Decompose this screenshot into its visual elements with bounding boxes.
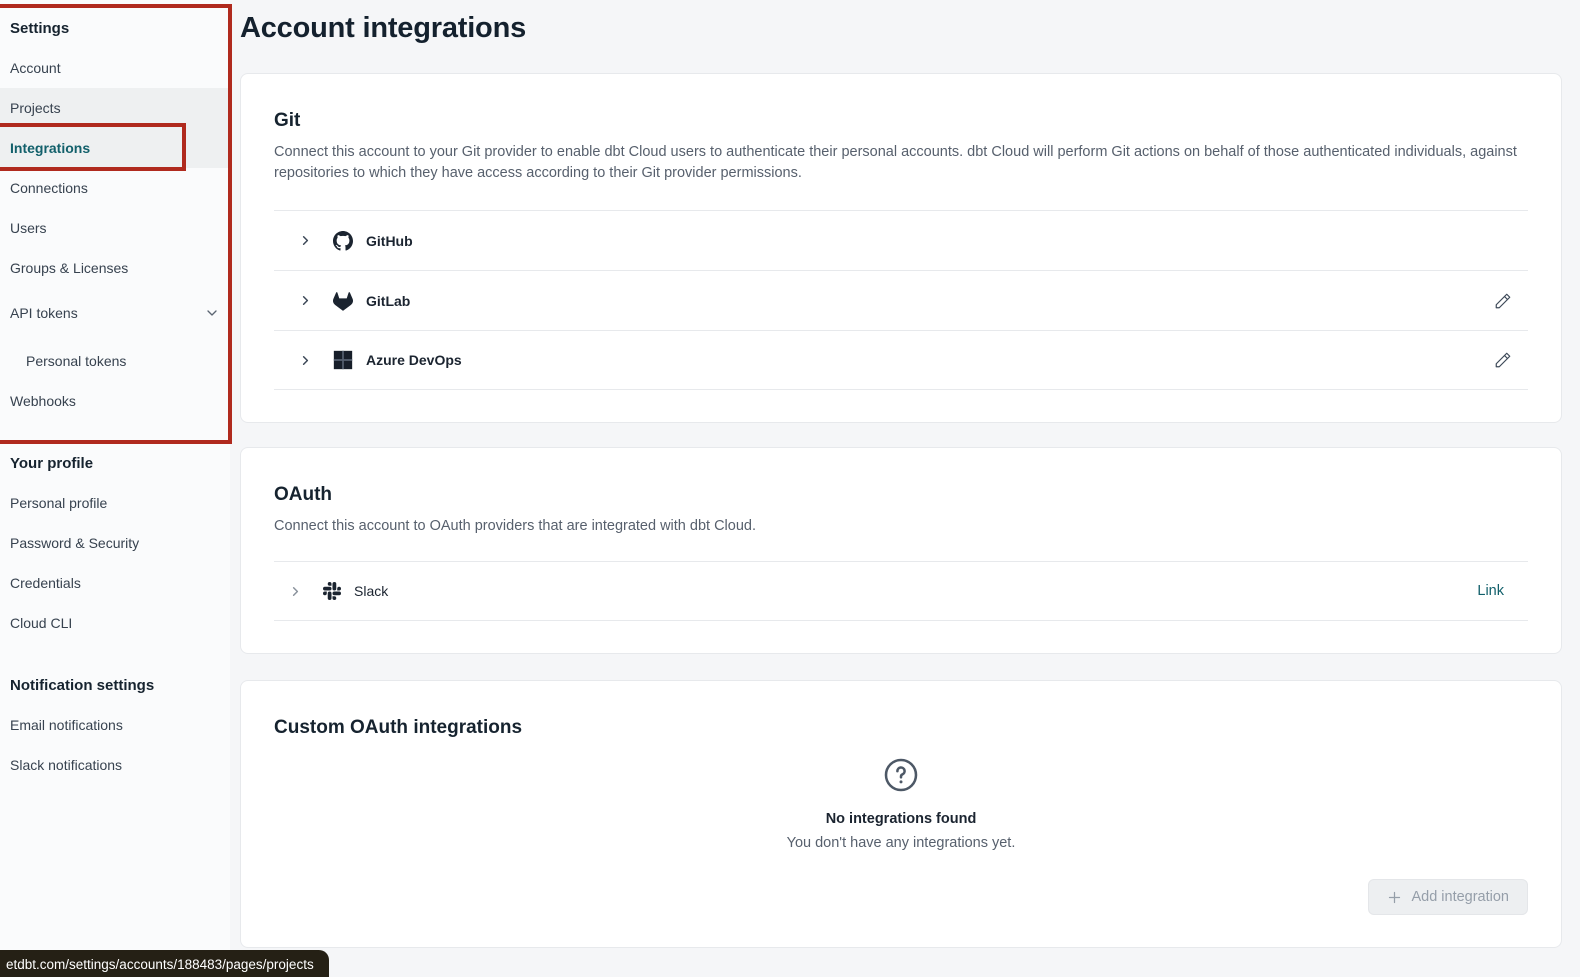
chevron-right-icon[interactable] bbox=[288, 584, 303, 599]
edit-icon[interactable] bbox=[1494, 292, 1512, 310]
sidebar-item-groups-licenses[interactable]: Groups & Licenses bbox=[0, 248, 230, 288]
sidebar-header-your-profile: Your profile bbox=[0, 445, 230, 483]
app-root: Settings Account Projects Integrations C… bbox=[0, 0, 1580, 977]
custom-oauth-footer: Add integration bbox=[274, 879, 1528, 915]
main-content: Account integrations Git Connect this ac… bbox=[230, 0, 1580, 977]
oauth-row-label: Slack bbox=[354, 583, 388, 599]
git-row-azure-devops[interactable]: Azure DevOps bbox=[274, 330, 1528, 390]
add-integration-button[interactable]: Add integration bbox=[1368, 879, 1528, 915]
git-row-label: Azure DevOps bbox=[366, 352, 462, 368]
gitlab-icon bbox=[333, 291, 353, 311]
sidebar-section-your-profile: Your profile Personal profile Password &… bbox=[0, 445, 230, 643]
sidebar-header-notification-settings: Notification settings bbox=[0, 667, 230, 705]
oauth-section-title: OAuth bbox=[274, 484, 1528, 506]
sidebar-item-personal-profile[interactable]: Personal profile bbox=[0, 483, 230, 523]
sidebar-item-personal-tokens[interactable]: Personal tokens bbox=[0, 341, 230, 381]
settings-sidebar: Settings Account Projects Integrations C… bbox=[0, 0, 230, 977]
empty-state: No integrations found You don't have any… bbox=[274, 757, 1528, 851]
oauth-section-description: Connect this account to OAuth providers … bbox=[274, 516, 1528, 537]
chevron-right-icon[interactable] bbox=[298, 293, 313, 308]
github-icon bbox=[333, 231, 353, 251]
sidebar-item-projects[interactable]: Projects bbox=[0, 88, 230, 128]
plus-icon bbox=[1387, 890, 1402, 905]
sidebar-item-email-notifications[interactable]: Email notifications bbox=[0, 705, 230, 745]
oauth-row-slack[interactable]: Slack Link bbox=[274, 561, 1528, 621]
slack-icon bbox=[323, 582, 341, 600]
chevron-right-icon[interactable] bbox=[298, 233, 313, 248]
git-row-gitlab[interactable]: GitLab bbox=[274, 270, 1528, 330]
question-circle-icon bbox=[883, 757, 919, 793]
sidebar-item-api-tokens[interactable]: API tokens bbox=[0, 293, 230, 333]
link-status-bubble: etdbt.com/settings/accounts/188483/pages… bbox=[0, 950, 329, 977]
empty-state-title: No integrations found bbox=[826, 811, 977, 827]
sidebar-item-users[interactable]: Users bbox=[0, 208, 230, 248]
git-row-label: GitLab bbox=[366, 293, 410, 309]
edit-icon[interactable] bbox=[1494, 351, 1512, 369]
git-section-title: Git bbox=[274, 110, 1528, 132]
empty-state-subtitle: You don't have any integrations yet. bbox=[787, 835, 1016, 851]
git-section-card: Git Connect this account to your Git pro… bbox=[240, 73, 1562, 423]
chevron-down-icon bbox=[204, 305, 220, 321]
sidebar-item-label: API tokens bbox=[10, 305, 78, 321]
oauth-section-card: OAuth Connect this account to OAuth prov… bbox=[240, 447, 1562, 654]
custom-oauth-section-title: Custom OAuth integrations bbox=[274, 717, 1528, 739]
add-integration-label: Add integration bbox=[1411, 889, 1509, 905]
sidebar-item-cloud-cli[interactable]: Cloud CLI bbox=[0, 603, 230, 643]
git-rows: GitHub GitLab bbox=[274, 210, 1528, 390]
git-section-description: Connect this account to your Git provide… bbox=[274, 142, 1528, 184]
oauth-rows: Slack Link bbox=[274, 561, 1528, 621]
sidebar-item-account[interactable]: Account bbox=[0, 48, 230, 88]
sidebar-item-credentials[interactable]: Credentials bbox=[0, 563, 230, 603]
azure-devops-icon bbox=[333, 350, 353, 370]
sidebar-section-notification-settings: Notification settings Email notification… bbox=[0, 667, 230, 785]
sidebar-item-password-security[interactable]: Password & Security bbox=[0, 523, 230, 563]
chevron-right-icon[interactable] bbox=[298, 353, 313, 368]
sidebar-item-integrations[interactable]: Integrations bbox=[0, 128, 230, 168]
sidebar-item-webhooks[interactable]: Webhooks bbox=[0, 381, 230, 421]
page-title: Account integrations bbox=[240, 12, 1562, 45]
git-row-label: GitHub bbox=[366, 233, 413, 249]
custom-oauth-section-card: Custom OAuth integrations No integration… bbox=[240, 680, 1562, 948]
sidebar-item-slack-notifications[interactable]: Slack notifications bbox=[0, 745, 230, 785]
sidebar-header-settings: Settings bbox=[0, 10, 230, 48]
sidebar-section-settings: Settings Account Projects Integrations C… bbox=[0, 10, 230, 421]
git-row-github[interactable]: GitHub bbox=[274, 210, 1528, 270]
slack-link-action[interactable]: Link bbox=[1477, 583, 1504, 599]
sidebar-item-connections[interactable]: Connections bbox=[0, 168, 230, 208]
